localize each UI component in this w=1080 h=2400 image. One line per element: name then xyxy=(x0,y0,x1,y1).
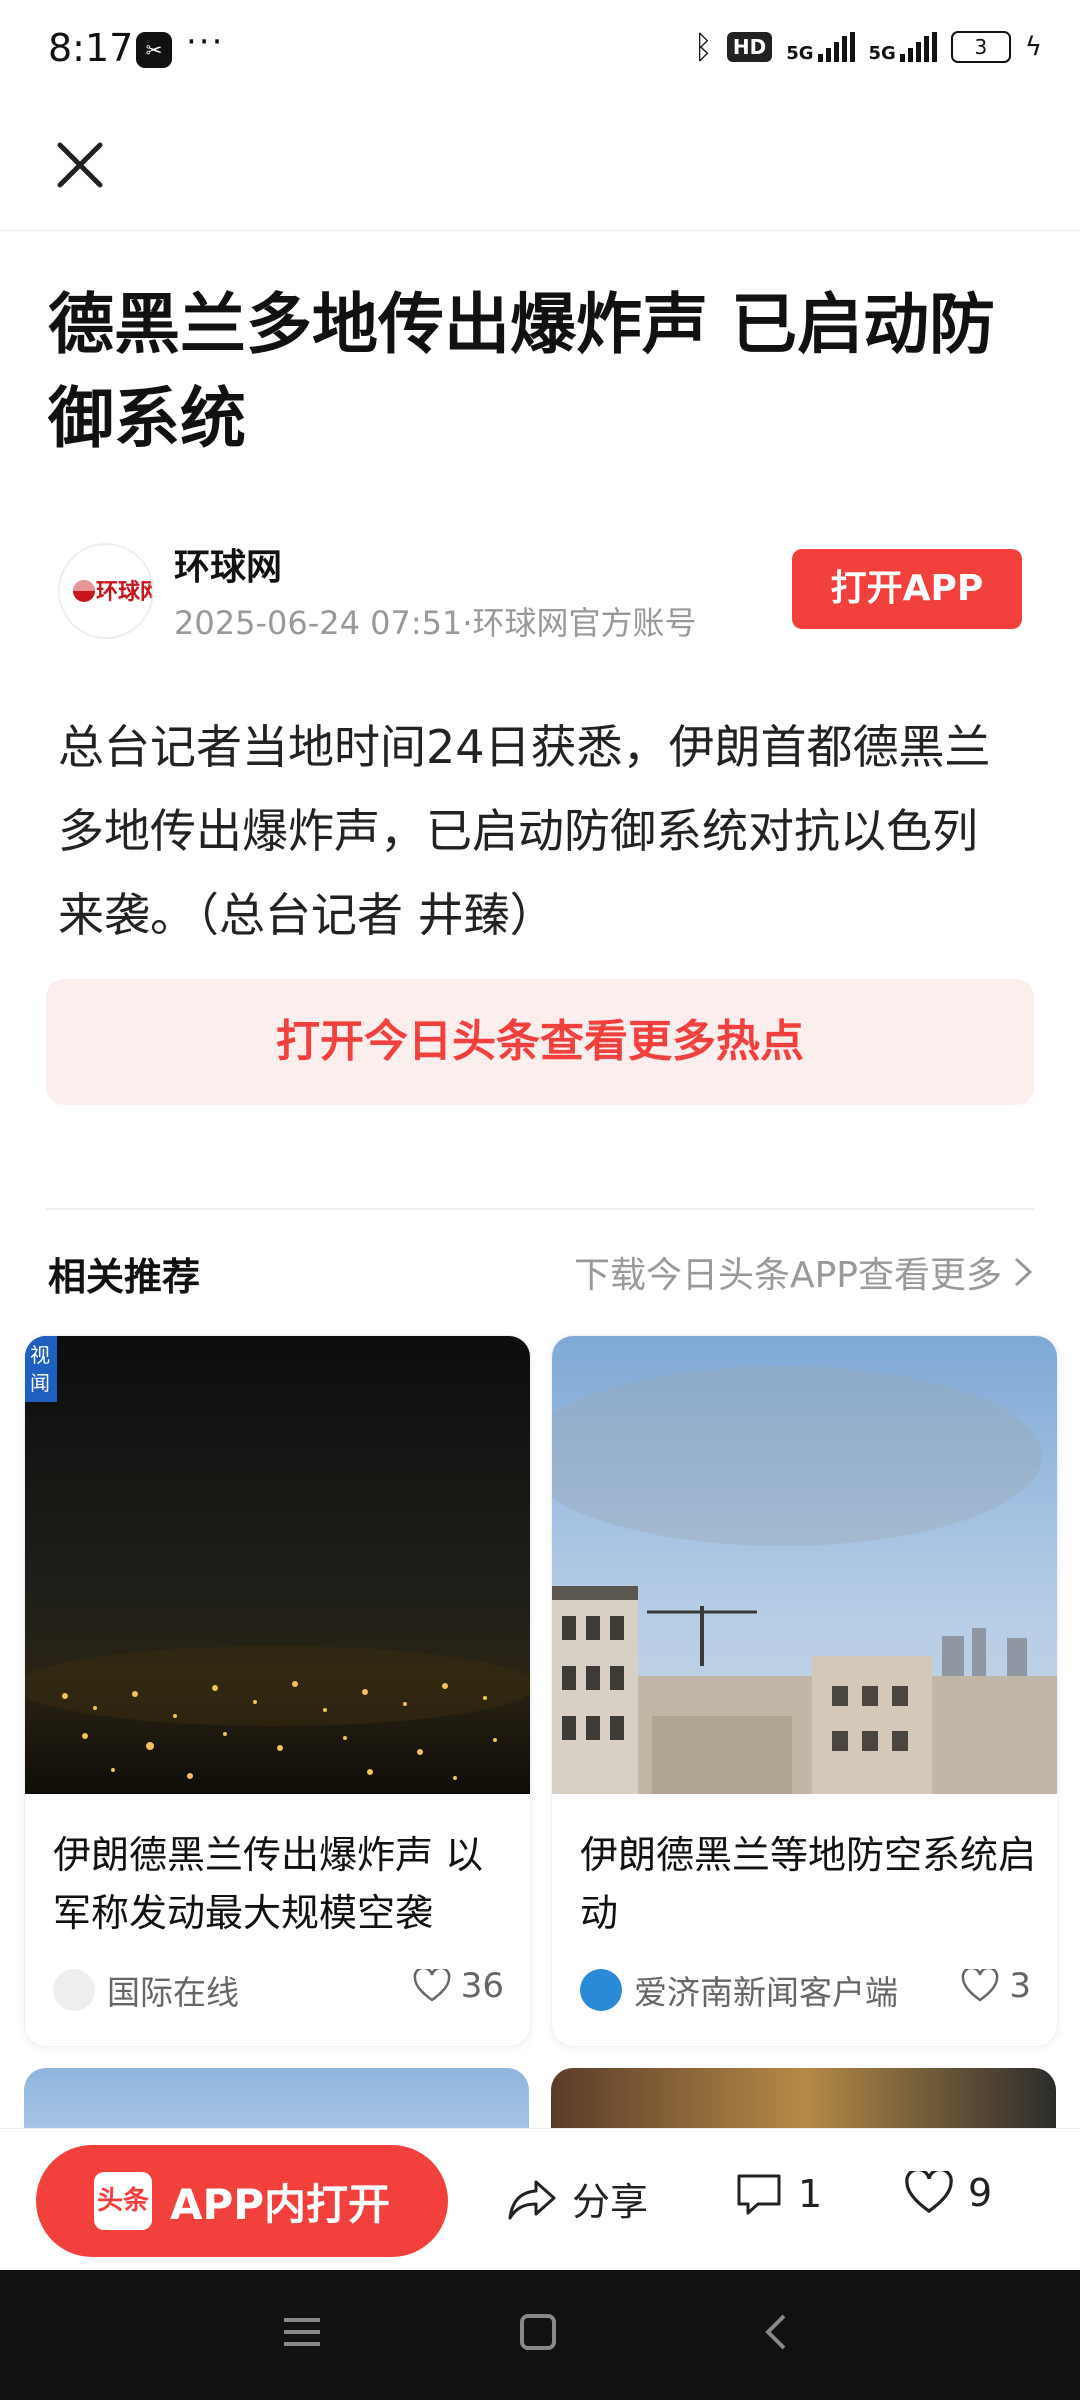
article-body: 总台记者当地时间24日获悉，伊朗首都德黑兰多地传出爆炸声，已启动防御系统对抗以色… xyxy=(58,720,991,942)
comment-button[interactable]: 1 xyxy=(734,2171,822,2217)
comment-icon xyxy=(737,2174,781,2215)
like-count: 3 xyxy=(1009,1966,1031,2006)
share-icon xyxy=(508,2180,556,2219)
battery-icon: 3 xyxy=(950,31,1011,63)
toutiao-logo-icon: 头条 xyxy=(93,2172,152,2230)
back-icon[interactable] xyxy=(756,2310,800,2354)
signal-2: 5G xyxy=(868,32,937,64)
source-name: 国际在线 xyxy=(107,1973,239,2012)
open-in-app-button[interactable]: 头条 APP内打开 xyxy=(36,2145,448,2257)
heart-icon xyxy=(413,1969,451,2002)
recommendation-card[interactable]: 视 闻 伊朗德黑兰传出爆炸声 以军称发动最大规模空袭 国际在线 36 xyxy=(24,1335,531,2047)
recommendation-card-partial[interactable] xyxy=(551,2068,1056,2128)
bottom-action-bar: 头条 APP内打开 分享 1 9 xyxy=(0,2128,1080,2271)
bluetooth-icon: ᛒ xyxy=(693,28,713,66)
top-bar xyxy=(0,100,1080,231)
status-more: ··· xyxy=(186,22,225,62)
author-avatar[interactable]: 环球网 xyxy=(58,543,154,639)
menu-icon[interactable] xyxy=(280,2310,324,2354)
source-logo-icon xyxy=(580,1969,622,2011)
signal-1: 5G xyxy=(786,32,855,64)
city-skyline-thumbnail xyxy=(552,1336,1057,1794)
huanqiu-logo-icon: 环球网 xyxy=(73,580,152,605)
signal-bars-icon xyxy=(817,32,855,62)
network-label-2: 5G xyxy=(868,43,896,64)
heart-icon xyxy=(962,1969,999,2002)
source-logo-icon xyxy=(53,1969,95,2011)
like-count: 9 xyxy=(968,2171,993,2215)
author-name[interactable]: 环球网 xyxy=(174,538,282,590)
recommendations-more-link[interactable]: 下载今日头条APP查看更多 xyxy=(574,1246,1034,1298)
network-label-1: 5G xyxy=(786,43,814,64)
source-name: 爱济南新闻客户端 xyxy=(634,1973,898,2012)
capcut-icon: ✂ xyxy=(136,32,172,68)
status-time: 8:17 xyxy=(48,26,134,70)
charging-icon: ϟ xyxy=(1024,32,1042,62)
status-bar: 8:17 ✂ ··· ᛒ HD 5G 5G 3 ϟ xyxy=(0,0,1080,100)
heart-icon xyxy=(905,2171,953,2214)
hd-badge: HD xyxy=(726,32,773,62)
card-source: 爱济南新闻客户端 xyxy=(580,1966,898,2014)
like-button[interactable]: 9 xyxy=(904,2171,992,2215)
more-link-label: 下载今日头条APP查看更多 xyxy=(573,1255,1002,1296)
svg-text:闻: 闻 xyxy=(30,1371,50,1395)
recommendation-card[interactable]: 伊朗德黑兰等地防空系统启动 爱济南新闻客户端 3 xyxy=(551,1335,1058,2047)
article-title: 德黑兰多地传出爆炸声 已启动防御系统 xyxy=(48,286,995,457)
close-icon[interactable] xyxy=(50,135,110,195)
open-app-button[interactable]: 打开APP xyxy=(792,549,1022,629)
signal-bars-icon xyxy=(899,32,937,62)
chevron-right-icon xyxy=(1014,1257,1033,1287)
svg-text:视: 视 xyxy=(30,1343,50,1367)
night-city-thumbnail: 视 闻 xyxy=(25,1336,530,1794)
system-nav-bar xyxy=(0,2270,1080,2400)
open-in-app-label: APP内打开 xyxy=(169,2179,391,2229)
card-title: 伊朗德黑兰等地防空系统启动 xyxy=(580,1833,1037,1935)
share-button[interactable]: 分享 xyxy=(506,2171,648,2226)
card-like[interactable]: 36 xyxy=(413,1966,504,2006)
divider xyxy=(46,1208,1034,1210)
recommendations-heading: 相关推荐 xyxy=(48,1255,201,1299)
card-like[interactable]: 3 xyxy=(961,1966,1031,2006)
like-count: 36 xyxy=(460,1966,504,2006)
share-label: 分享 xyxy=(572,2180,649,2224)
open-toutiao-banner[interactable]: 打开今日头条查看更多热点 xyxy=(46,979,1034,1105)
status-indicators: ᛒ HD 5G 5G 3 ϟ xyxy=(694,28,1042,66)
article-meta: 2025-06-24 07:51·环球网官方账号 xyxy=(174,604,697,642)
card-source: 国际在线 xyxy=(53,1966,239,2014)
card-title: 伊朗德黑兰传出爆炸声 以军称发动最大规模空袭 xyxy=(53,1833,484,1935)
comment-count: 1 xyxy=(798,2172,823,2216)
recommendation-card-partial[interactable] xyxy=(24,2068,529,2128)
svg-text:环球网: 环球网 xyxy=(96,580,152,605)
home-icon[interactable] xyxy=(516,2310,560,2354)
